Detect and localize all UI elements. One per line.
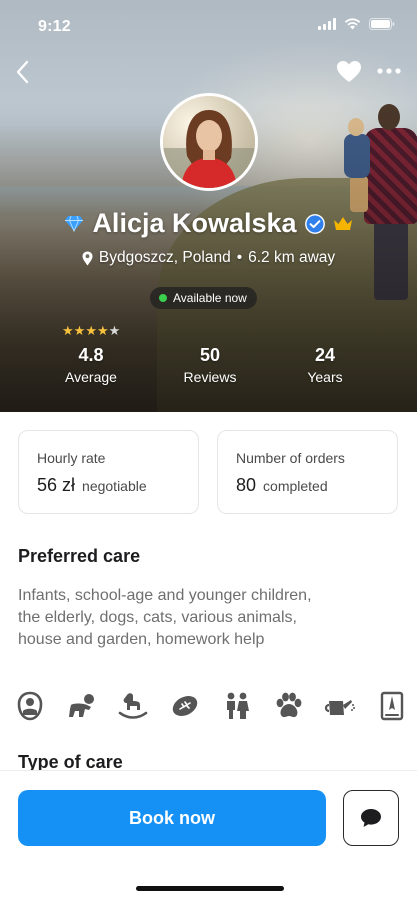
status-bar: 9:12 xyxy=(0,0,417,54)
back-button[interactable] xyxy=(4,54,40,90)
more-options-button[interactable] xyxy=(372,56,406,86)
battery-icon xyxy=(369,18,395,30)
homework-icon xyxy=(376,690,408,722)
rocking-horse-icon xyxy=(117,690,149,722)
book-now-button[interactable]: Book now xyxy=(18,790,326,846)
name-row: Alicja Kowalska xyxy=(0,208,417,239)
star-empty-icon: ★ xyxy=(108,323,121,338)
profile-name: Alicja Kowalska xyxy=(92,208,297,238)
more-horizontal-icon xyxy=(377,68,401,74)
stat-average: 4.8 Average xyxy=(41,344,141,388)
chat-button[interactable] xyxy=(343,790,399,846)
star-filled-icon: ★ xyxy=(62,323,74,338)
hourly-rate-value: 56 zł xyxy=(37,475,76,495)
preferred-care-description: Infants, school-age and younger children… xyxy=(18,587,312,648)
stat-average-value: 4.8 xyxy=(78,345,104,365)
avatar[interactable] xyxy=(160,93,258,191)
watering-can-icon xyxy=(324,690,356,722)
diamond-badge-icon xyxy=(65,215,84,232)
available-dot-icon xyxy=(159,294,167,302)
stat-years-value: 24 xyxy=(314,345,336,365)
elderly-couple-icon xyxy=(221,690,253,722)
avatar-photo xyxy=(163,96,255,188)
heart-icon xyxy=(337,60,361,82)
preferred-care-title: Preferred care xyxy=(18,546,141,566)
location-pin-icon xyxy=(82,251,93,265)
football-icon xyxy=(169,690,201,722)
bottom-action-bar: Book now xyxy=(0,770,417,900)
stat-average-label: Average xyxy=(65,369,117,385)
stat-reviews[interactable]: 50 Reviews xyxy=(160,344,260,388)
wifi-icon xyxy=(344,18,361,30)
location-text: Bydgoszcz, Poland xyxy=(98,249,231,266)
crown-icon xyxy=(333,216,352,230)
stat-years-label: Years xyxy=(307,369,343,385)
care-icons-row xyxy=(14,690,408,722)
star-filled-icon: ★ xyxy=(96,323,109,338)
orders-note: completed xyxy=(263,478,328,494)
cellular-signal-icon xyxy=(318,18,336,30)
availability-badge: Available now xyxy=(150,287,257,309)
status-time: 9:12 xyxy=(38,18,71,35)
stat-reviews-value: 50 xyxy=(199,345,221,365)
orders-card: Number of orders 80 completed xyxy=(217,430,398,514)
orders-caption: Number of orders xyxy=(236,450,345,466)
hourly-rate-note: negotiable xyxy=(82,478,147,494)
rating-stars: ★★★★★ xyxy=(62,323,120,339)
chevron-left-icon xyxy=(16,60,29,84)
availability-text: Available now xyxy=(173,291,247,305)
location-separator: • xyxy=(236,249,243,266)
star-filled-icon: ★ xyxy=(73,323,86,338)
verified-badge-icon xyxy=(304,213,325,234)
favorite-button[interactable] xyxy=(334,56,364,86)
home-indicator xyxy=(136,886,284,891)
orders-value: 80 xyxy=(236,475,257,495)
stat-reviews-label: Reviews xyxy=(183,369,237,385)
location-row: Bydgoszcz, Poland • 6.2 km away xyxy=(0,249,417,267)
stat-years: 24 Years xyxy=(275,344,375,388)
paw-icon xyxy=(273,690,305,722)
distance-text: 6.2 km away xyxy=(248,249,336,266)
toddler-icon xyxy=(66,690,98,722)
star-filled-icon: ★ xyxy=(85,323,97,338)
profile-hero: 9:12 Alicja Kowalska Bydgoszcz, Poland •… xyxy=(0,0,417,412)
hourly-rate-card: Hourly rate 56 zł negotiable xyxy=(18,430,199,514)
status-icons xyxy=(318,18,395,30)
chat-bubble-icon xyxy=(361,809,381,827)
hourly-rate-caption: Hourly rate xyxy=(37,450,106,466)
baby-icon xyxy=(14,690,46,722)
